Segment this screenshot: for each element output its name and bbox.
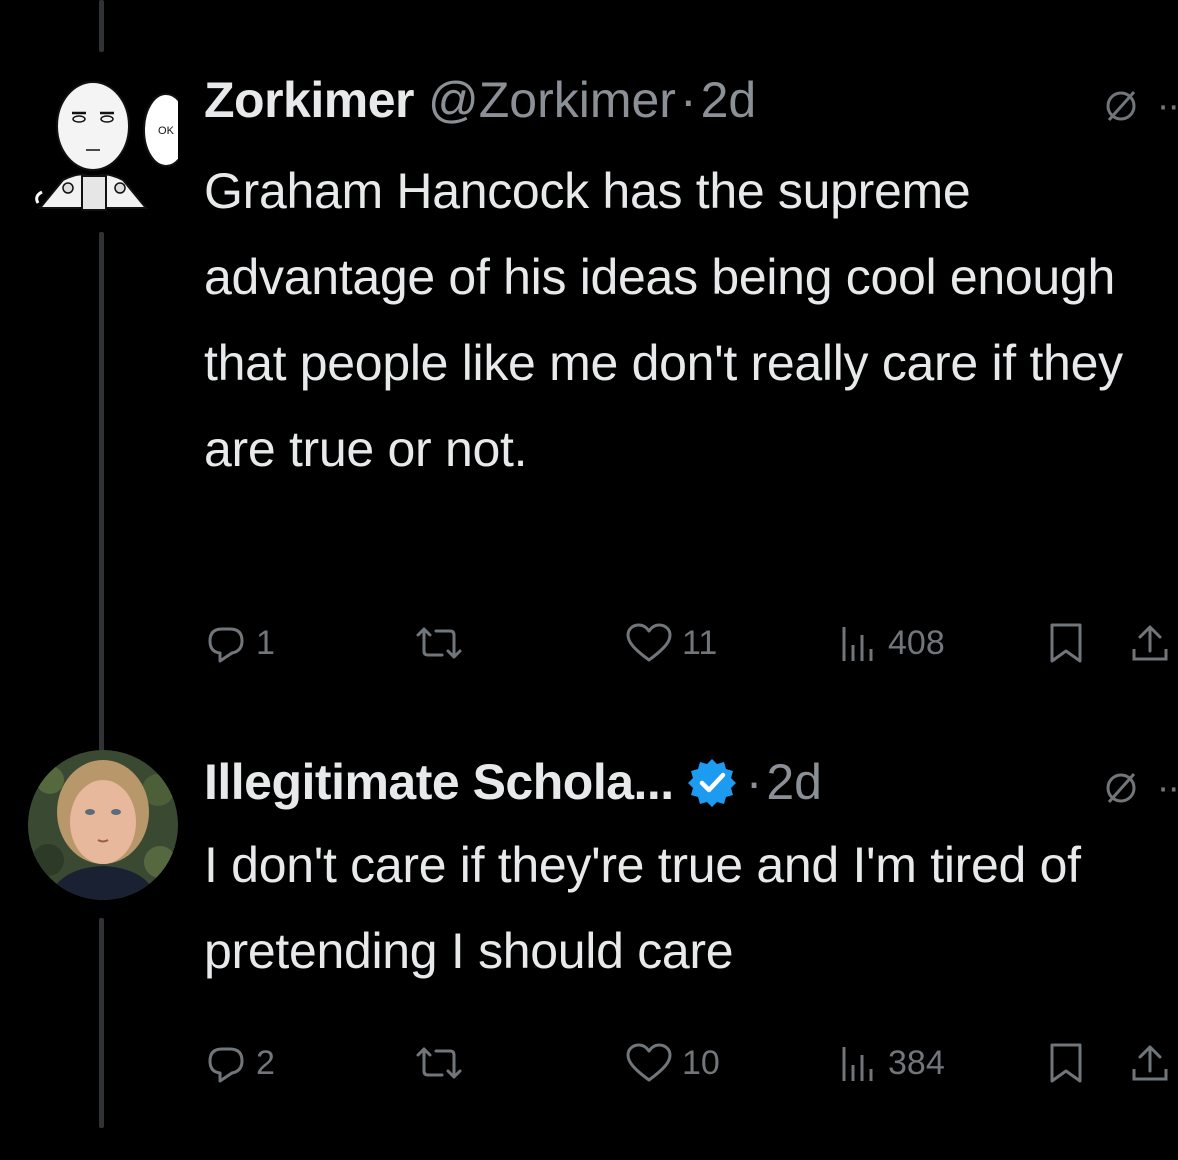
views-button[interactable]: 408 <box>836 618 945 668</box>
man-portrait-icon <box>28 750 178 900</box>
more-options-icon[interactable]: ·· <box>1157 87 1178 125</box>
share-icon <box>1132 625 1168 661</box>
separator-dot: · <box>745 754 763 810</box>
slashed-circle-icon[interactable] <box>1103 770 1139 806</box>
retweet-button[interactable] <box>412 618 474 668</box>
reply-icon <box>208 627 244 663</box>
bookmark-button[interactable] <box>1046 618 1086 668</box>
tweet-header-icons: ·· <box>1103 87 1178 125</box>
reply-count: 1 <box>256 623 275 662</box>
separator-dot: · <box>679 72 697 128</box>
bookmark-button[interactable] <box>1046 1038 1086 1088</box>
share-icon <box>1132 1045 1168 1081</box>
share-button[interactable] <box>1128 1038 1172 1088</box>
tweet-header: Illegitimate Schola... · 2d <box>204 752 1164 812</box>
more-options-icon[interactable]: ·· <box>1157 769 1178 807</box>
heart-icon <box>626 623 672 662</box>
reply-button[interactable]: 1 <box>204 618 275 668</box>
heart-icon <box>626 1043 672 1082</box>
avatar-illegitimate-scholar[interactable] <box>28 750 178 900</box>
like-count: 10 <box>682 1043 720 1082</box>
avatar-zorkimer[interactable]: OK <box>28 68 189 218</box>
views-chart-icon <box>842 627 873 661</box>
share-button[interactable] <box>1128 618 1172 668</box>
retweet-icon <box>416 627 462 659</box>
tweet-actions: 1 11 408 <box>204 618 1178 668</box>
tweet-text: I don't care if they're true and I'm tir… <box>204 837 1081 979</box>
tweet-text: Graham Hancock has the supreme advantage… <box>204 163 1123 477</box>
user-handle[interactable]: @Zorkimer <box>428 70 676 130</box>
like-button[interactable]: 10 <box>624 1038 720 1088</box>
thread-line-top <box>99 0 104 52</box>
verified-badge-icon[interactable] <box>686 756 738 808</box>
display-name[interactable]: Zorkimer <box>204 70 414 130</box>
retweet-button[interactable] <box>412 1038 474 1088</box>
like-count: 11 <box>682 623 718 662</box>
tweet-header-icons: ·· <box>1103 769 1178 807</box>
retweet-icon <box>416 1047 462 1079</box>
views-chart-icon <box>842 1047 873 1081</box>
views-button[interactable]: 384 <box>836 1038 945 1088</box>
view-count: 384 <box>888 1043 945 1082</box>
thread-line-middle <box>99 232 104 752</box>
tweet-actions: 2 10 384 <box>204 1038 1178 1088</box>
timestamp[interactable]: 2d <box>766 752 822 812</box>
reply-button[interactable]: 2 <box>204 1038 275 1088</box>
slashed-circle-icon[interactable] <box>1103 88 1139 124</box>
bookmark-icon <box>1050 623 1082 663</box>
timestamp[interactable]: 2d <box>701 70 757 130</box>
reply-count: 2 <box>256 1043 275 1082</box>
bald-hero-manga-icon: OK <box>35 81 189 211</box>
display-name[interactable]: Illegitimate Schola... <box>204 752 674 812</box>
avatar-bubble-text: OK <box>158 125 175 137</box>
bookmark-icon <box>1050 1043 1082 1083</box>
reply-icon <box>208 1047 244 1083</box>
tweet-header: Zorkimer @Zorkimer · 2d <box>204 70 1164 130</box>
view-count: 408 <box>888 623 945 662</box>
thread-line-bottom <box>99 918 104 1128</box>
like-button[interactable]: 11 <box>624 618 717 668</box>
